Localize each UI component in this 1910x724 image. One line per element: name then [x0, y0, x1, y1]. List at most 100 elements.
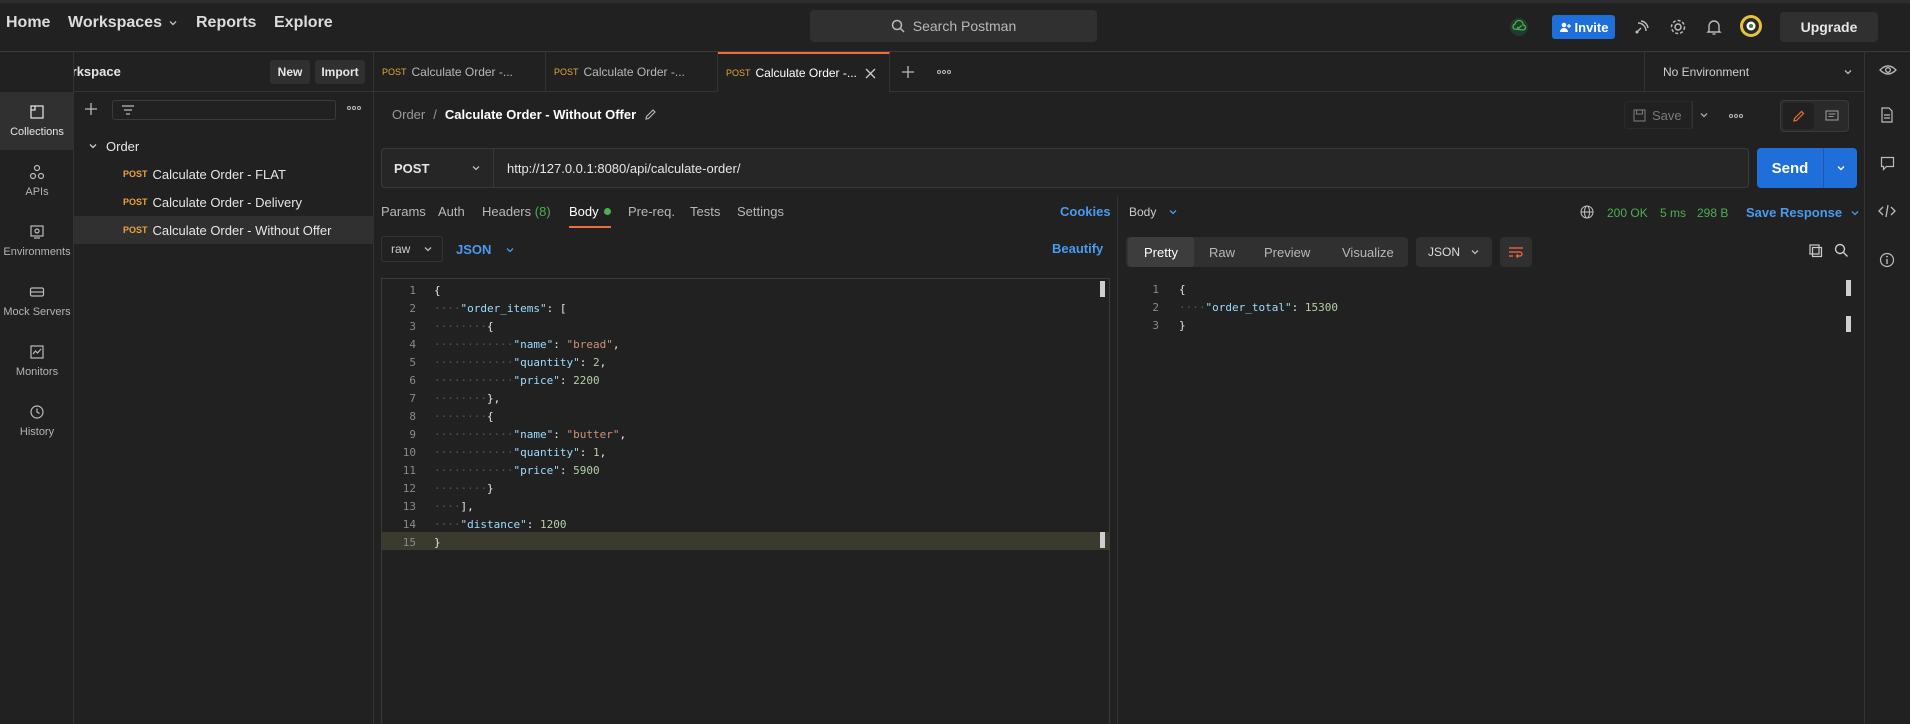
close-icon[interactable] — [865, 68, 876, 79]
rail-item-collections[interactable]: Collections — [0, 92, 74, 150]
new-button[interactable]: New — [270, 60, 310, 84]
tab-body[interactable]: Body — [569, 204, 611, 219]
breadcrumb: Order / Calculate Order - Without Offer — [392, 107, 657, 122]
save-icon — [1633, 108, 1646, 122]
wrap-icon — [1508, 245, 1524, 259]
nav-home[interactable]: Home — [6, 14, 50, 32]
list-item[interactable]: POST Calculate Order - Without Offer — [74, 216, 374, 244]
tab-tests[interactable]: Tests — [690, 204, 720, 219]
tab-pretty[interactable]: Pretty — [1128, 237, 1194, 267]
beautify-button[interactable]: Beautify — [1052, 241, 1103, 256]
environments-icon — [29, 224, 45, 240]
code-icon[interactable] — [1878, 204, 1896, 218]
eye-icon[interactable] — [1879, 63, 1897, 77]
apis-icon — [29, 164, 45, 180]
tab-visualize[interactable]: Visualize — [1326, 237, 1410, 267]
rail-item-mock-servers[interactable]: Mock Servers — [0, 272, 74, 330]
comment-mode-button[interactable] — [1817, 103, 1847, 129]
response-panel — [1117, 196, 1862, 724]
add-user-icon — [1559, 21, 1571, 33]
left-rail: Collections APIs Environments Mock Serve… — [0, 52, 74, 724]
rail-item-environments[interactable]: Environments — [0, 212, 74, 270]
cookies-link[interactable]: Cookies — [1060, 204, 1111, 219]
status-badge[interactable]: 200 OK — [1607, 206, 1648, 220]
nav-reports[interactable]: Reports — [196, 14, 256, 32]
request-tab[interactable]: POST Calculate Order -... — [374, 52, 546, 92]
list-item[interactable]: POST Calculate Order - Delivery — [74, 188, 374, 216]
comment-icon — [1825, 109, 1839, 123]
send-options-button[interactable] — [1823, 148, 1857, 188]
rail-item-history[interactable]: History — [0, 392, 74, 450]
save-options-button[interactable] — [1692, 101, 1714, 129]
rail-item-monitors[interactable]: Monitors — [0, 332, 74, 390]
search-icon[interactable] — [1834, 243, 1849, 258]
filter-input[interactable] — [112, 100, 336, 120]
wrap-lines-button[interactable] — [1500, 237, 1532, 267]
tab-prereq[interactable]: Pre-req. — [628, 204, 675, 219]
rail-item-apis[interactable]: APIs — [0, 152, 74, 210]
scrollbar[interactable] — [1846, 280, 1851, 296]
import-button[interactable]: Import — [315, 60, 365, 84]
collection-folder[interactable]: Order — [74, 132, 374, 160]
pencil-icon[interactable] — [644, 108, 657, 121]
environment-select[interactable]: No Environment — [1644, 52, 1864, 92]
avatar[interactable] — [1739, 14, 1763, 38]
request-tab[interactable]: POST Calculate Order -... — [546, 52, 718, 92]
nav-explore[interactable]: Explore — [274, 14, 333, 32]
response-format-select[interactable]: JSON — [1416, 237, 1492, 267]
save-button[interactable]: Save — [1624, 101, 1692, 129]
nav-workspaces[interactable]: Workspaces — [68, 14, 178, 32]
comment-icon[interactable] — [1880, 156, 1895, 171]
more-options-icon[interactable] — [346, 102, 362, 114]
chevron-down-icon — [1470, 247, 1480, 257]
search-input[interactable]: Search Postman — [810, 10, 1097, 42]
sync-status-icon[interactable] — [1508, 16, 1530, 38]
chevron-down-icon — [1699, 110, 1709, 120]
url-input[interactable]: http://127.0.0.1:8080/api/calculate-orde… — [494, 161, 740, 176]
body-type-select[interactable]: raw — [381, 236, 443, 262]
response-time[interactable]: 5 ms — [1660, 206, 1686, 220]
response-body-viewer[interactable]: 1{ 2 ····"order_total": 15300 3} — [1117, 280, 1862, 340]
tab-params[interactable]: Params — [381, 204, 426, 219]
tab-headers[interactable]: Headers (8) — [482, 204, 551, 219]
bell-icon[interactable] — [1703, 16, 1725, 38]
list-item[interactable]: POST Calculate Order - FLAT — [74, 160, 374, 188]
breadcrumb-parent[interactable]: Order — [392, 107, 425, 122]
copy-icon[interactable] — [1808, 243, 1824, 259]
collections-sidebar: Order POST Calculate Order - FLAT POST C… — [74, 92, 374, 724]
new-tab-button[interactable] — [901, 65, 915, 79]
response-size[interactable]: 298 B — [1697, 206, 1728, 220]
search-icon — [891, 19, 905, 33]
code-line: 5 ············"quantity": 2, — [409, 355, 607, 369]
tab-preview[interactable]: Preview — [1248, 237, 1326, 267]
tab-raw[interactable]: Raw — [1193, 237, 1251, 267]
method-select[interactable]: POST — [382, 149, 494, 187]
code-line: 6 ············"price": 2200 — [409, 373, 600, 387]
satellite-icon[interactable] — [1631, 16, 1653, 38]
body-format-select[interactable]: JSON — [456, 242, 515, 257]
code-line: 12 ········} — [402, 481, 494, 495]
code-line: 3} — [1152, 318, 1186, 332]
gear-icon[interactable] — [1667, 16, 1689, 38]
tab-settings[interactable]: Settings — [737, 204, 784, 219]
save-response-button[interactable]: Save Response — [1746, 205, 1860, 220]
response-section-select[interactable]: Body — [1129, 205, 1178, 219]
globe-icon[interactable] — [1580, 205, 1594, 219]
documentation-icon[interactable] — [1880, 107, 1894, 123]
code-line: 1{ — [1152, 282, 1186, 296]
add-collection-button[interactable] — [84, 102, 98, 116]
url-bar: POST http://127.0.0.1:8080/api/calculate… — [381, 148, 1749, 188]
code-line: 4 ············"name": "bread", — [409, 337, 620, 351]
plus-icon — [901, 65, 915, 79]
edit-mode-button[interactable] — [1783, 103, 1814, 129]
more-options-icon[interactable] — [1728, 110, 1744, 122]
request-tab-active[interactable]: POST Calculate Order -... — [718, 52, 890, 92]
upgrade-button[interactable]: Upgrade — [1780, 12, 1878, 42]
more-tabs-icon[interactable] — [936, 66, 952, 78]
invite-button[interactable]: Invite — [1552, 15, 1615, 39]
info-icon[interactable] — [1879, 252, 1895, 268]
mock-server-icon — [29, 284, 45, 300]
request-body-editor[interactable]: 1{ 2 ····"order_items": [ 3 ········{ 4 ···… — [381, 278, 1110, 724]
send-button[interactable]: Send — [1757, 148, 1857, 188]
tab-auth[interactable]: Auth — [438, 204, 465, 219]
